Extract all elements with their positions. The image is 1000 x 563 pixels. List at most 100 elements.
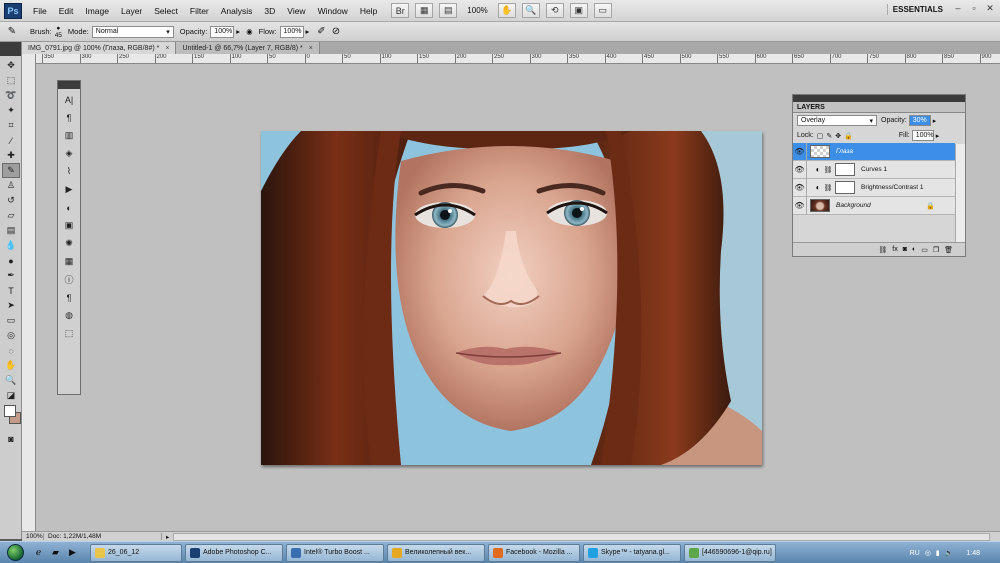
quick-select-tool-icon[interactable]: ✦ [2, 103, 20, 118]
tab-img-0791[interactable]: IMG_0791.jpg @ 100% (Глаза, RGB/8#) * × [22, 42, 177, 54]
menu-view[interactable]: View [281, 6, 311, 16]
character-panel-icon[interactable]: A| [60, 92, 78, 107]
menu-file[interactable]: File [27, 6, 53, 16]
blend-mode-select[interactable]: Overlay ▾ [797, 115, 877, 126]
visibility-eye-icon[interactable]: 👁 [793, 142, 807, 161]
brush-presets-icon[interactable]: ⌇ [60, 164, 78, 179]
taskbar-task[interactable]: [446590696-1@qip.ru] [684, 543, 776, 562]
opacity-slider-icon[interactable]: ▸ [236, 27, 240, 36]
crop-tool-icon[interactable]: ⌗ [2, 118, 20, 133]
fill-slider-icon[interactable]: ▸ [936, 132, 940, 140]
workspace-switcher[interactable]: ESSENTIALS [886, 4, 948, 15]
layer-style-icon[interactable]: fx [892, 246, 897, 253]
eraser-tool-icon[interactable]: ▱ [2, 208, 20, 223]
menu-analysis[interactable]: Analysis [215, 6, 259, 16]
history-brush-tool-icon[interactable]: ↺ [2, 193, 20, 208]
dodge-tool-icon[interactable]: ● [2, 253, 20, 268]
layer-row-glaza[interactable]: 👁 Глаза [793, 142, 955, 161]
maximize-button[interactable]: ▫ [968, 3, 980, 13]
clone-stamp-tool-icon[interactable]: ♙ [2, 178, 20, 193]
add-mask-icon[interactable]: ◙ [903, 246, 907, 253]
minimize-button[interactable]: – [952, 3, 964, 13]
new-group-icon[interactable]: ▭ [921, 246, 928, 254]
menu-layer[interactable]: Layer [115, 6, 148, 16]
menu-select[interactable]: Select [148, 6, 184, 16]
hand-tool-icon[interactable]: ✋ [2, 358, 20, 373]
layer-row-curves-1[interactable]: 👁 ◐ ⛓ Curves 1 [793, 160, 955, 179]
clone-source-icon[interactable]: ▶ [60, 182, 78, 197]
menu-image[interactable]: Image [79, 6, 115, 16]
lock-transparent-icon[interactable]: ▢ [817, 132, 824, 140]
brush-tool-icon[interactable]: ✎ [2, 163, 20, 178]
menu-help[interactable]: Help [354, 6, 383, 16]
visibility-eye-icon[interactable]: 👁 [793, 160, 807, 179]
taskbar-task[interactable]: 26_06_12 [90, 543, 182, 562]
tab-close-icon[interactable]: × [165, 45, 169, 52]
eyedropper-tool-icon[interactable]: ⁄ [2, 133, 20, 148]
airbrush-icon[interactable]: ✐ [317, 26, 325, 37]
status-zoom[interactable]: 100% [22, 533, 44, 540]
layers-panel-header[interactable] [793, 95, 965, 102]
tab-untitled-1[interactable]: Untitled-1 @ 66,7% (Layer 7, RGB/8) * × [176, 42, 320, 54]
zoom-tool-icon[interactable]: 🔍 [2, 373, 20, 388]
menu-3d[interactable]: 3D [258, 6, 281, 16]
start-button[interactable] [0, 543, 30, 563]
layer-opacity-field[interactable]: 30% [908, 115, 931, 126]
rotate-view-button[interactable]: ⟲ [545, 3, 564, 18]
quick-mask-icon[interactable]: ◙ [2, 431, 20, 446]
zoom-level-select[interactable]: 100% [463, 6, 491, 15]
zoom-tool-button[interactable]: 🔍 [521, 3, 540, 18]
tablet-opacity-icon[interactable]: ◉ [246, 27, 253, 36]
arrange-documents-button[interactable]: ▣ [569, 3, 588, 18]
path-select-tool-icon[interactable]: ➤ [2, 298, 20, 313]
volume-icon[interactable]: 🔈 [945, 549, 954, 557]
folder-icon[interactable]: ▰ [49, 546, 62, 559]
menu-window[interactable]: Window [312, 6, 354, 16]
horizontal-scrollbar[interactable] [173, 532, 990, 541]
blur-tool-icon[interactable]: 💧 [2, 238, 20, 253]
opacity-slider-icon[interactable]: ▸ [933, 117, 937, 125]
document-canvas-photo[interactable] [261, 131, 762, 465]
taskbar-task[interactable]: Facebook - Mozilla ... [488, 543, 580, 562]
type-tool-icon[interactable]: T [2, 283, 20, 298]
mini-bridge-button[interactable]: ▦ [415, 3, 434, 18]
healing-brush-tool-icon[interactable]: ✚ [2, 148, 20, 163]
taskbar-task[interactable]: Великолепный век... [387, 543, 485, 562]
swatches-panel-icon[interactable]: ▦ [60, 254, 78, 269]
status-menu-arrow-icon[interactable]: ▸ [162, 533, 173, 541]
paragraph-panel-icon[interactable]: ¶ [60, 290, 78, 305]
screen-mode-button[interactable]: ▭ [593, 3, 612, 18]
media-player-icon[interactable]: ▶ [66, 546, 79, 559]
link-layers-icon[interactable]: ⛓ [878, 246, 887, 254]
bridge-button[interactable]: Br [391, 3, 410, 18]
info-icon[interactable]: ⓘ [60, 272, 78, 287]
info-panel-icon[interactable]: ◐ [60, 200, 78, 215]
navigator-icon[interactable]: ◈ [60, 146, 78, 161]
3d-rotate-tool-icon[interactable]: ◎ [2, 328, 20, 343]
menu-filter[interactable]: Filter [184, 6, 215, 16]
actions-panel-icon[interactable]: ✺ [60, 236, 78, 251]
close-button[interactable]: ✕ [984, 3, 996, 14]
3d-orbit-tool-icon[interactable]: ◌ [2, 343, 20, 358]
lasso-tool-icon[interactable]: ➰ [2, 88, 20, 103]
view-extras-button[interactable]: ▤ [439, 3, 458, 18]
lock-pixels-icon[interactable]: ✎ [826, 132, 832, 140]
new-adjustment-layer-icon[interactable]: ◐ [912, 246, 916, 253]
transform-panel-icon[interactable]: ⬚ [60, 326, 78, 341]
layers-scrollbar[interactable] [955, 144, 965, 243]
taskbar-task[interactable]: Skype™ - tatyana.gl... [583, 543, 681, 562]
tab-close-icon[interactable]: × [309, 45, 313, 52]
tablet-size-icon[interactable]: ⊘ [332, 26, 340, 37]
history-panel-icon[interactable]: ▣ [60, 218, 78, 233]
delete-layer-icon[interactable]: 🗑 [944, 246, 953, 254]
default-colors-icon[interactable]: ◪ [2, 388, 20, 403]
ie-icon[interactable]: ℯ [32, 546, 45, 559]
new-layer-icon[interactable]: ❐ [933, 246, 939, 254]
paragraph-style-icon[interactable]: ¶ [60, 110, 78, 125]
brush-preset-icon[interactable]: ✎ [0, 26, 24, 37]
layers-panel-title[interactable]: LAYERS [793, 102, 965, 113]
foreground-color-swatch[interactable] [4, 405, 16, 417]
menu-edit[interactable]: Edit [53, 6, 80, 16]
layer-row-brightness-contrast-1[interactable]: 👁 ◐ ⛓ Brightness/Contrast 1 [793, 178, 955, 197]
visibility-eye-icon[interactable]: 👁 [793, 178, 807, 197]
